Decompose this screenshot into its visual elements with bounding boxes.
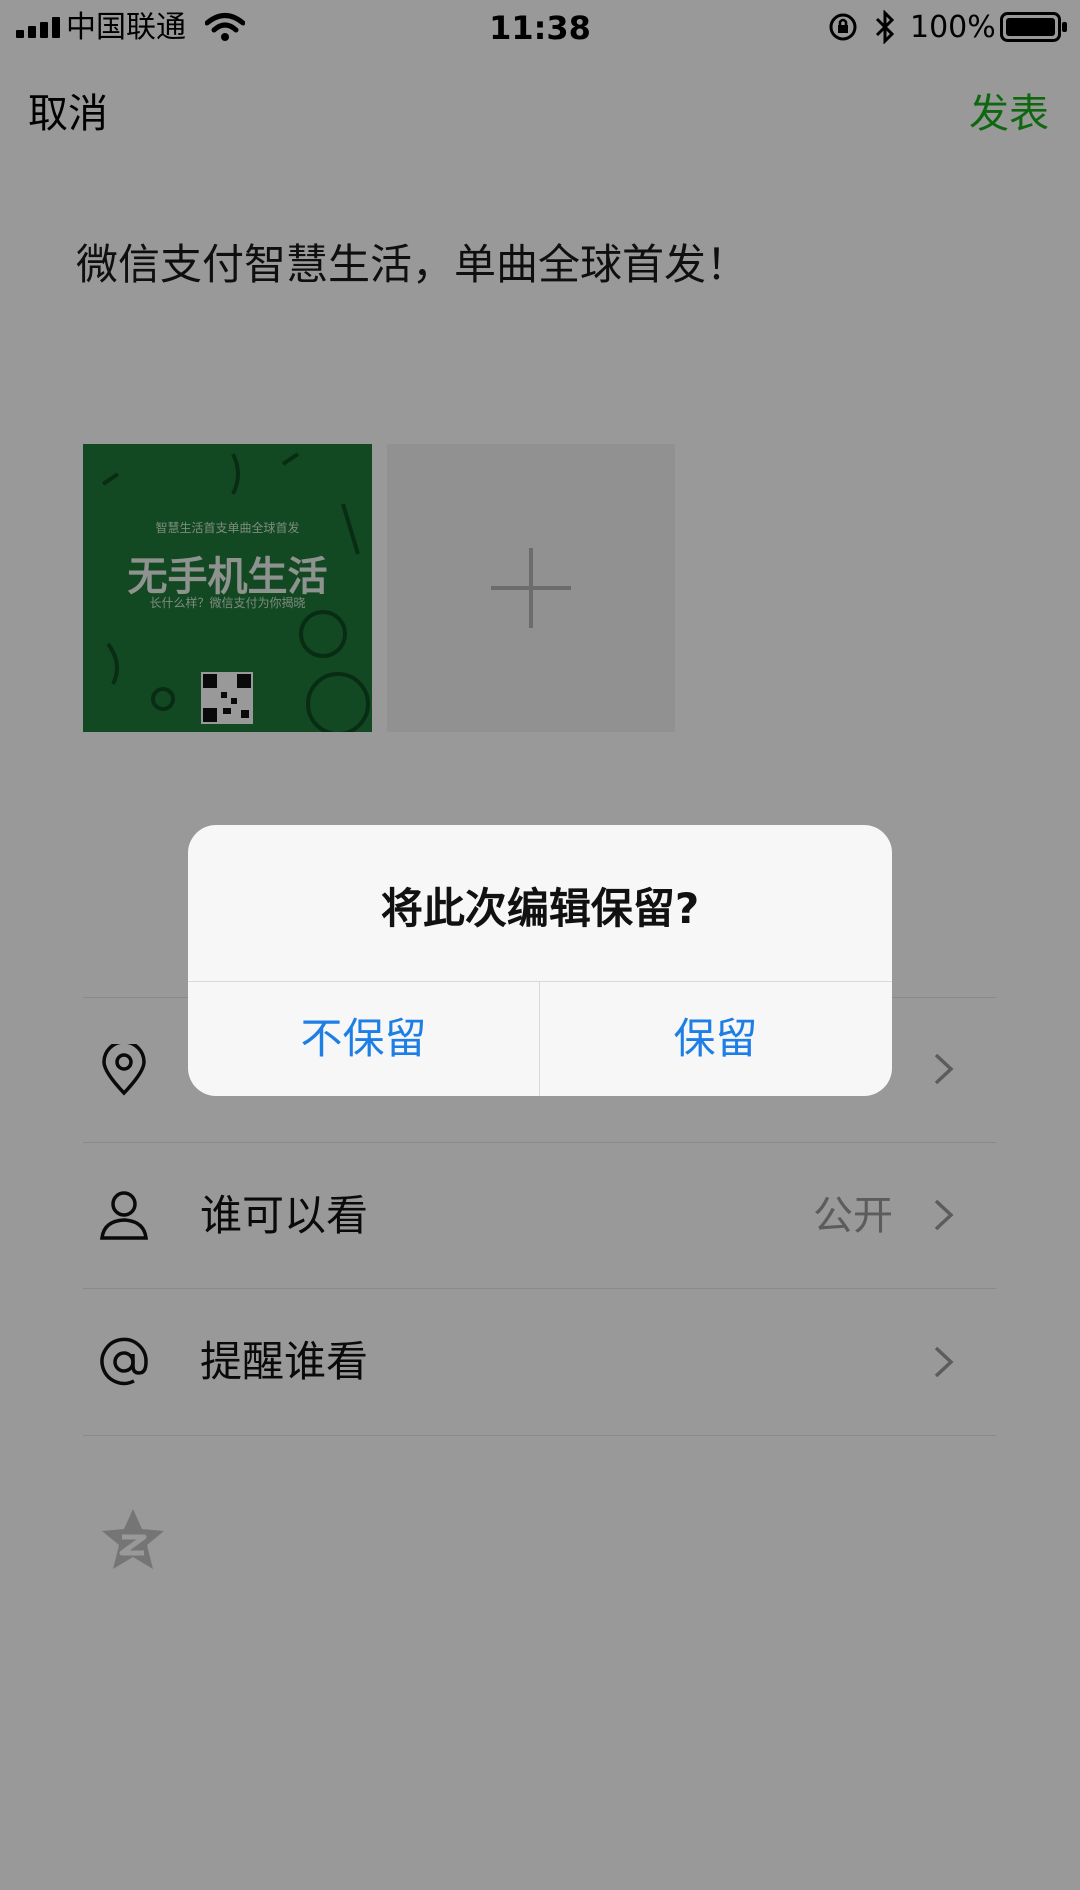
- discard-button[interactable]: 不保留: [188, 982, 539, 1096]
- save-draft-dialog: 将此次编辑保留? 不保留 保留: [188, 825, 892, 1096]
- keep-button[interactable]: 保留: [540, 982, 891, 1096]
- dialog-title: 将此次编辑保留?: [380, 884, 700, 933]
